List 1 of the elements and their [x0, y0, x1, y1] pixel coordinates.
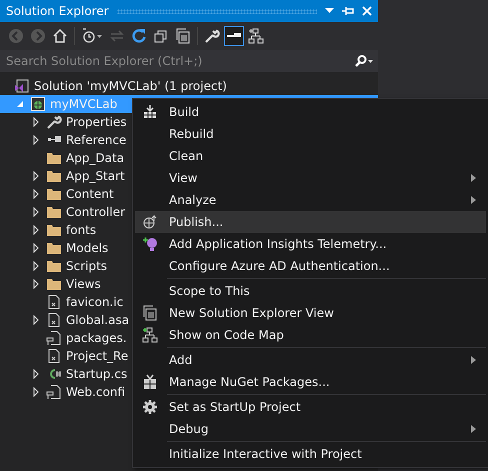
window-title: Solution Explorer	[6, 4, 109, 18]
